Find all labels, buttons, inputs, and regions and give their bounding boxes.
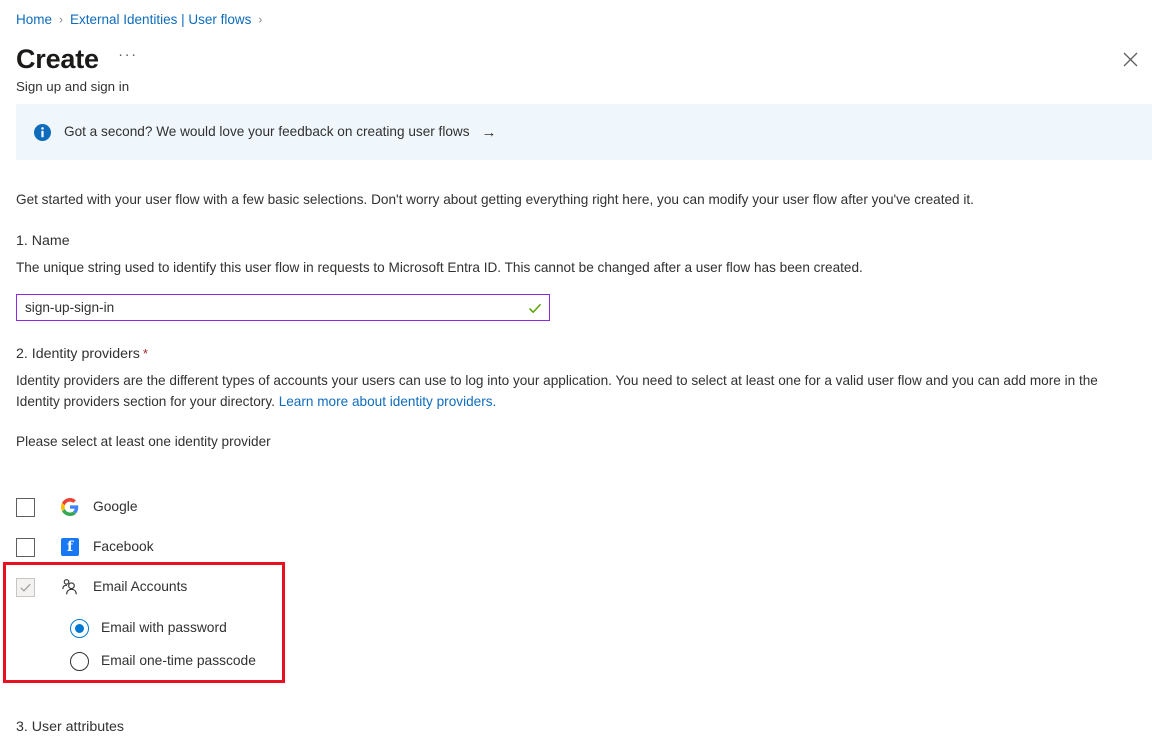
breadcrumb-item-home[interactable]: Home bbox=[16, 11, 52, 29]
section-heading-name: 1. Name bbox=[16, 231, 70, 251]
people-icon bbox=[60, 577, 80, 597]
identity-provider-list: Google f Facebook Email Accounts bbox=[16, 494, 187, 614]
radio-email-one-time-passcode[interactable] bbox=[70, 652, 89, 671]
name-helper-text: The unique string used to identify this … bbox=[16, 257, 863, 278]
checkmark-icon bbox=[527, 300, 543, 316]
provider-checkbox-google[interactable] bbox=[16, 498, 35, 517]
breadcrumb: Home › External Identities | User flows … bbox=[16, 11, 269, 29]
info-icon bbox=[34, 124, 51, 141]
section-heading-user-attributes: 3. User attributes bbox=[16, 717, 124, 737]
feedback-banner-text: Got a second? We would love your feedbac… bbox=[64, 122, 470, 142]
radio-row-email-with-password[interactable]: Email with password bbox=[70, 615, 256, 641]
intro-text: Get started with your user flow with a f… bbox=[16, 190, 974, 209]
more-options-icon[interactable]: ··· bbox=[115, 46, 141, 72]
arrow-right-icon[interactable]: → bbox=[482, 124, 497, 141]
section-heading-identity-providers-label: 2. Identity providers bbox=[16, 346, 140, 362]
learn-more-link[interactable]: Learn more about identity providers. bbox=[279, 394, 497, 409]
breadcrumb-chevron-icon: › bbox=[59, 11, 63, 29]
page-header: Create ··· bbox=[16, 42, 141, 76]
radio-row-email-one-time-passcode[interactable]: Email one-time passcode bbox=[70, 648, 256, 674]
radio-email-with-password[interactable] bbox=[70, 619, 89, 638]
facebook-icon: f bbox=[60, 537, 80, 557]
user-flow-name-input[interactable] bbox=[25, 296, 527, 319]
breadcrumb-chevron-icon: › bbox=[258, 11, 262, 29]
provider-checkbox-email-accounts bbox=[16, 578, 35, 597]
radio-dot bbox=[75, 624, 84, 633]
identity-providers-helper-body: Identity providers are the different typ… bbox=[16, 373, 1098, 409]
provider-row-google[interactable]: Google bbox=[16, 494, 187, 520]
section-heading-identity-providers: 2. Identity providers* bbox=[16, 344, 148, 364]
breadcrumb-item-external-identities[interactable]: External Identities | User flows bbox=[70, 11, 251, 29]
radio-label-email-one-time-passcode: Email one-time passcode bbox=[101, 651, 256, 671]
page-title: Create bbox=[16, 42, 99, 76]
provider-checkbox-facebook[interactable] bbox=[16, 538, 35, 557]
provider-row-email-accounts: Email Accounts bbox=[16, 574, 187, 600]
google-icon bbox=[60, 497, 80, 517]
provider-label-facebook: Facebook bbox=[93, 537, 154, 557]
close-button[interactable] bbox=[1114, 43, 1146, 75]
checkmark-icon bbox=[19, 581, 32, 594]
page-subtitle: Sign up and sign in bbox=[16, 78, 129, 96]
identity-providers-helper-text: Identity providers are the different typ… bbox=[16, 370, 1126, 412]
feedback-banner[interactable]: Got a second? We would love your feedbac… bbox=[16, 104, 1152, 160]
user-flow-name-field[interactable] bbox=[16, 294, 550, 321]
close-icon bbox=[1123, 52, 1138, 67]
required-marker: * bbox=[143, 346, 148, 361]
radio-label-email-with-password: Email with password bbox=[101, 618, 227, 638]
provider-label-email-accounts: Email Accounts bbox=[93, 577, 187, 597]
identity-providers-prompt: Please select at least one identity prov… bbox=[16, 431, 271, 452]
provider-label-google: Google bbox=[93, 497, 138, 517]
provider-row-facebook[interactable]: f Facebook bbox=[16, 534, 187, 560]
email-account-options: Email with password Email one-time passc… bbox=[70, 615, 256, 681]
